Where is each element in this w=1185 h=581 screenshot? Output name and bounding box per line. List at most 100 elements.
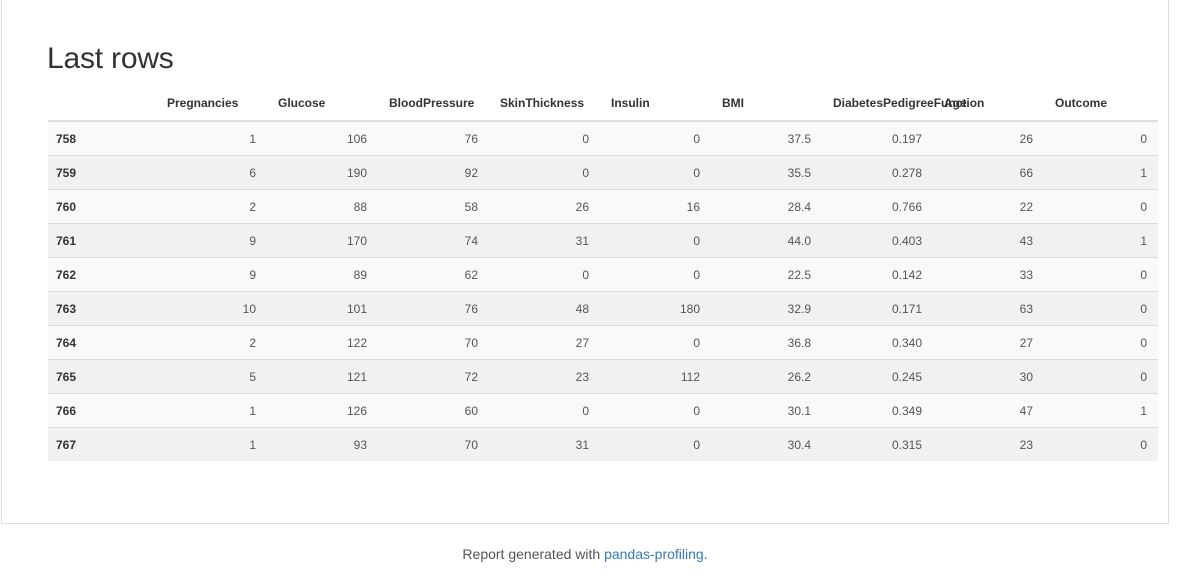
table-cell: 23 <box>933 427 1044 461</box>
table-cell: 0 <box>1044 325 1158 360</box>
table-cell: 1 <box>156 427 267 461</box>
table-cell: 0 <box>600 325 711 360</box>
table-cell: 0.142 <box>822 257 933 292</box>
table-cell: 48 <box>489 291 600 326</box>
table-cell: 180 <box>600 291 711 326</box>
table-cell: 126 <box>267 393 378 428</box>
section-title: Last rows <box>47 42 174 75</box>
table-cell: 70 <box>378 325 489 360</box>
table-cell: 92 <box>378 155 489 190</box>
table-cell: 1 <box>156 120 267 156</box>
footer: Report generated with pandas-profiling. <box>0 546 1170 562</box>
row-index: 766 <box>48 393 156 428</box>
table-cell: 60 <box>378 393 489 428</box>
table-cell: 27 <box>489 325 600 360</box>
table-cell: 10 <box>156 291 267 326</box>
row-index: 761 <box>48 223 156 258</box>
column-header: Pregnancies <box>156 86 267 122</box>
table-cell: 0 <box>600 155 711 190</box>
table-cell: 0 <box>489 393 600 428</box>
table-cell: 22 <box>933 189 1044 224</box>
table-cell: 0.403 <box>822 223 933 258</box>
table-cell: 31 <box>489 223 600 258</box>
column-header: Insulin <box>600 86 711 122</box>
table-cell: 5 <box>156 359 267 394</box>
table-cell: 2 <box>156 325 267 360</box>
footer-suffix: . <box>703 546 708 562</box>
table-cell: 6 <box>156 155 267 190</box>
table-cell: 62 <box>378 257 489 292</box>
table-cell: 76 <box>378 120 489 156</box>
column-header: Glucose <box>267 86 378 122</box>
table-cell: 26.2 <box>711 359 822 394</box>
footer-prefix: Report generated with <box>462 546 605 562</box>
table-cell: 36.8 <box>711 325 822 360</box>
table-cell: 1 <box>1044 393 1158 428</box>
table-cell: 0 <box>1044 189 1158 224</box>
table-cell: 70 <box>378 427 489 461</box>
table-cell: 30.1 <box>711 393 822 428</box>
row-index: 763 <box>48 291 156 326</box>
row-index: 758 <box>48 120 156 156</box>
table-row: 758 1 106 76 0 0 37.5 0.197 26 0 <box>48 120 1158 156</box>
last-rows-panel: Last rows Pregnancies Glucose BloodPressur… <box>1 0 1169 524</box>
row-index: 759 <box>48 155 156 190</box>
table-cell: 0 <box>600 427 711 461</box>
table-cell: 106 <box>267 120 378 156</box>
table-cell: 27 <box>933 325 1044 360</box>
table-cell: 16 <box>600 189 711 224</box>
pandas-profiling-link[interactable]: pandas-profiling <box>604 546 704 562</box>
table-cell: 0 <box>1044 257 1158 292</box>
column-header: DiabetesPedigreeFunction <box>822 86 984 122</box>
table-cell: 9 <box>156 223 267 258</box>
table-cell: 9 <box>156 257 267 292</box>
table-cell: 0 <box>600 393 711 428</box>
column-header: Outcome <box>1044 86 1158 122</box>
row-index: 764 <box>48 325 156 360</box>
table-body: 758 1 106 76 0 0 37.5 0.197 26 0 759 6 190 92 0 0 35.5 0.… <box>48 120 1158 461</box>
table-cell: 63 <box>933 291 1044 326</box>
table-row: 760 2 88 58 26 16 28.4 0.766 22 0 <box>48 189 1158 224</box>
table-cell: 1 <box>156 393 267 428</box>
table-cell: 76 <box>378 291 489 326</box>
table-cell: 0.197 <box>822 120 933 156</box>
table-cell: 0 <box>1044 291 1158 326</box>
table-cell: 0 <box>600 120 711 156</box>
table-cell: 0.278 <box>822 155 933 190</box>
table-cell: 43 <box>933 223 1044 258</box>
table-cell: 0.349 <box>822 393 933 428</box>
table-cell: 44.0 <box>711 223 822 258</box>
column-header: SkinThickness <box>489 86 600 122</box>
row-index: 760 <box>48 189 156 224</box>
table-cell: 0 <box>1044 359 1158 394</box>
table-cell: 0.315 <box>822 427 933 461</box>
table-row: 764 2 122 70 27 0 36.8 0.340 27 0 <box>48 325 1158 360</box>
table-cell: 2 <box>156 189 267 224</box>
table-cell: 30 <box>933 359 1044 394</box>
table-header: Pregnancies Glucose BloodPressure SkinThick… <box>48 86 1158 122</box>
table-cell: 1 <box>1044 223 1158 258</box>
table-cell: 74 <box>378 223 489 258</box>
index-column-header <box>48 86 156 122</box>
table-row: 766 1 126 60 0 0 30.1 0.349 47 1 <box>48 393 1158 428</box>
table-cell: 89 <box>267 257 378 292</box>
table-cell: 122 <box>267 325 378 360</box>
table-cell: 0.171 <box>822 291 933 326</box>
row-index: 762 <box>48 257 156 292</box>
table-row: 762 9 89 62 0 0 22.5 0.142 33 0 <box>48 257 1158 292</box>
table-cell: 23 <box>489 359 600 394</box>
table-row: 765 5 121 72 23 112 26.2 0.245 30 0 <box>48 359 1158 394</box>
table-cell: 31 <box>489 427 600 461</box>
table-row: 763 10 101 76 48 180 32.9 0.171 63 0 <box>48 291 1158 326</box>
table-cell: 72 <box>378 359 489 394</box>
table-cell: 0 <box>600 257 711 292</box>
table-cell: 0 <box>1044 427 1158 461</box>
table-row: 759 6 190 92 0 0 35.5 0.278 66 1 <box>48 155 1158 190</box>
table-cell: 0 <box>489 257 600 292</box>
table-cell: 30.4 <box>711 427 822 461</box>
table-cell: 26 <box>933 120 1044 156</box>
table-cell: 121 <box>267 359 378 394</box>
header-row: Pregnancies Glucose BloodPressure SkinThick… <box>48 86 1158 122</box>
table-cell: 26 <box>489 189 600 224</box>
table-cell: 0.766 <box>822 189 933 224</box>
